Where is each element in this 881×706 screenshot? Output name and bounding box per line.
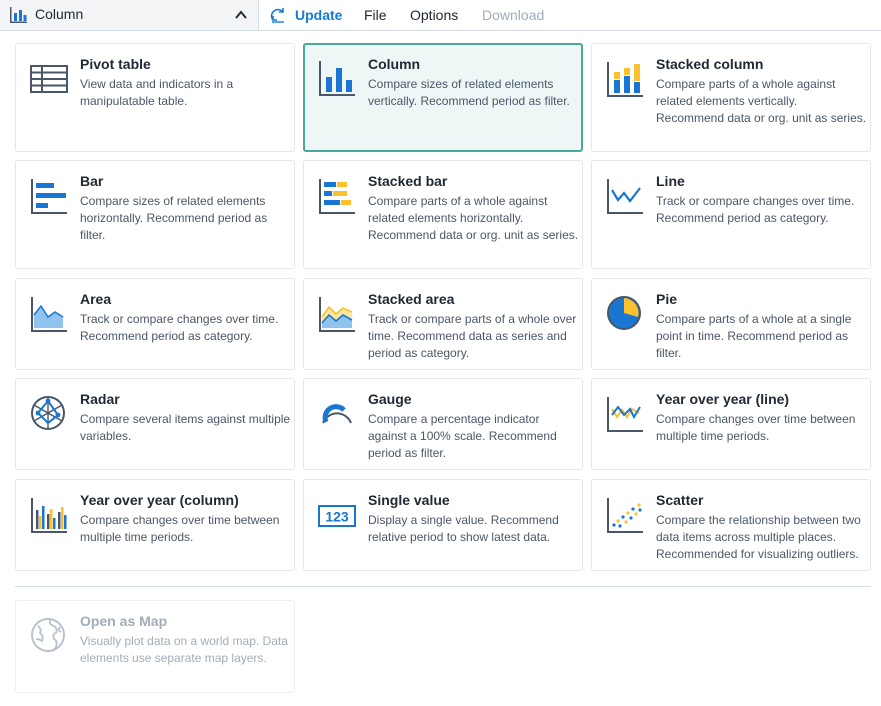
card-title: Stacked area bbox=[368, 291, 455, 307]
gauge-icon bbox=[322, 404, 352, 424]
line-chart-icon bbox=[607, 179, 643, 214]
file-menu[interactable]: File bbox=[364, 0, 387, 30]
card-title: Pivot table bbox=[80, 56, 151, 72]
stacked-column-icon bbox=[607, 62, 643, 97]
card-description: Visually plot data on a world map. Data … bbox=[80, 634, 288, 665]
pie-chart-icon bbox=[607, 296, 641, 330]
card-description: Compare parts of a whole against related… bbox=[368, 194, 579, 242]
card-title: Gauge bbox=[368, 391, 412, 407]
card-year-over-year-column[interactable]: Year over year (column) Compare changes … bbox=[15, 479, 295, 571]
card-description: Compare the relationship between two dat… bbox=[656, 513, 861, 561]
card-title: Year over year (column) bbox=[80, 492, 239, 508]
card-area[interactable]: Area Track or compare changes over time.… bbox=[15, 278, 295, 370]
toolbar: Column Update File Options Download bbox=[0, 0, 881, 31]
card-description: Compare parts of a whole at a single poi… bbox=[656, 312, 852, 360]
card-stacked-bar[interactable]: Stacked bar Compare parts of a whole aga… bbox=[303, 160, 583, 269]
radar-chart-icon bbox=[31, 396, 65, 430]
card-stacked-area[interactable]: Stacked area Track or compare parts of a… bbox=[303, 278, 583, 370]
options-menu[interactable]: Options bbox=[410, 0, 458, 30]
card-line[interactable]: Line Track or compare changes over time.… bbox=[591, 160, 871, 269]
card-title: Single value bbox=[368, 492, 450, 508]
card-column[interactable]: Column Compare sizes of related elements… bbox=[303, 43, 583, 152]
card-description: Compare a percentage indicator against a… bbox=[368, 412, 557, 460]
update-icon bbox=[270, 8, 284, 23]
year-over-year-line-icon bbox=[607, 397, 643, 432]
pivot-table-icon bbox=[30, 65, 68, 93]
bar-chart-icon bbox=[31, 179, 67, 214]
update-label: Update bbox=[295, 7, 343, 23]
update-button[interactable]: Update bbox=[270, 0, 342, 30]
card-description: Display a single value. Recommend relati… bbox=[368, 513, 559, 544]
stacked-area-icon bbox=[319, 297, 355, 332]
card-description: Compare several items against multiple v… bbox=[80, 412, 291, 443]
card-description: Track or compare parts of a whole over t… bbox=[368, 312, 577, 360]
single-value-icon-text: 123 bbox=[325, 509, 349, 525]
card-title: Column bbox=[368, 56, 421, 72]
card-title: Year over year (line) bbox=[656, 391, 790, 407]
card-title: Bar bbox=[80, 173, 104, 189]
card-description: Compare changes over time between multip… bbox=[656, 412, 856, 443]
card-description: Track or compare changes over time. Reco… bbox=[80, 312, 279, 343]
card-bar[interactable]: Bar Compare sizes of related elements ho… bbox=[15, 160, 295, 269]
card-gauge[interactable]: Gauge Compare a percentage indicator aga… bbox=[303, 378, 583, 470]
area-chart-icon bbox=[31, 297, 67, 332]
card-title: Stacked column bbox=[656, 56, 764, 72]
card-pivot-table[interactable]: Pivot table View data and indicators in … bbox=[15, 43, 295, 152]
card-open-as-map: Open as Map Visually plot data on a worl… bbox=[15, 600, 295, 693]
card-title: Area bbox=[80, 291, 112, 307]
card-description: Compare sizes of related elements vertic… bbox=[368, 77, 570, 108]
single-value-icon: 123 bbox=[318, 505, 356, 527]
visualization-type-selector[interactable]: Column bbox=[0, 0, 259, 30]
card-description: Track or compare changes over time. Reco… bbox=[656, 194, 855, 225]
card-title: Stacked bar bbox=[368, 173, 448, 189]
card-description: Compare sizes of related elements horizo… bbox=[80, 194, 268, 242]
year-over-year-column-icon bbox=[31, 498, 67, 533]
globe-map-icon bbox=[31, 618, 65, 652]
card-title: Open as Map bbox=[80, 613, 168, 629]
card-title: Line bbox=[656, 173, 685, 189]
card-radar[interactable]: Radar Compare several items against mult… bbox=[15, 378, 295, 470]
card-year-over-year-line[interactable]: Year over year (line) Compare changes ov… bbox=[591, 378, 871, 470]
card-single-value[interactable]: 123 Single value Display a single value.… bbox=[303, 479, 583, 571]
scatter-chart-icon bbox=[607, 498, 643, 533]
stacked-bar-icon bbox=[319, 179, 355, 214]
card-pie[interactable]: Pie Compare parts of a whole at a single… bbox=[591, 278, 871, 370]
column-chart-icon bbox=[319, 61, 355, 96]
download-menu: Download bbox=[482, 7, 545, 23]
card-description: Compare changes over time between multip… bbox=[80, 513, 280, 544]
card-description: Compare parts of a whole against related… bbox=[656, 77, 867, 125]
section-divider bbox=[15, 586, 871, 587]
column-chart-icon bbox=[10, 7, 27, 23]
card-title: Scatter bbox=[656, 492, 704, 508]
selected-visualization-label: Column bbox=[35, 6, 84, 22]
card-description: View data and indicators in a manipulata… bbox=[80, 77, 234, 108]
card-stacked-column[interactable]: Stacked column Compare parts of a whole … bbox=[591, 43, 871, 152]
chevron-up-icon bbox=[235, 10, 247, 19]
card-scatter[interactable]: Scatter Compare the relationship between… bbox=[591, 479, 871, 571]
card-title: Radar bbox=[80, 391, 120, 407]
card-title: Pie bbox=[656, 291, 678, 307]
